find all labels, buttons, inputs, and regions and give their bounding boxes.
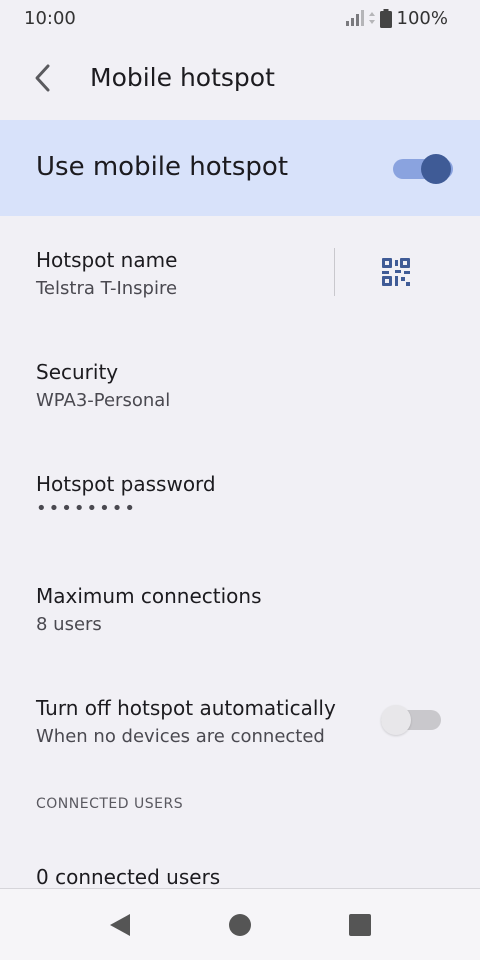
recents-square-icon (349, 914, 371, 936)
status-icons: 100% (345, 7, 448, 29)
turn-off-automatically-row[interactable]: Turn off hotspot automatically When no d… (0, 696, 480, 756)
maximum-connections-row[interactable]: Maximum connections 8 users (0, 584, 480, 644)
hotspot-password-row[interactable]: Hotspot password •••••••• (0, 472, 480, 532)
switch-thumb (421, 154, 451, 184)
data-arrows-icon (368, 12, 375, 24)
signal-icon (345, 10, 364, 26)
back-triangle-icon (110, 914, 130, 936)
battery-percent: 100% (396, 7, 448, 29)
security-summary: WPA3-Personal (36, 390, 171, 411)
toolbar: Mobile hotspot (0, 38, 480, 120)
hotspot-password-masked: •••••••• (36, 498, 137, 519)
security-title: Security (36, 360, 119, 384)
status-time: 10:00 (24, 8, 76, 29)
qr-code-icon (382, 258, 410, 286)
back-button[interactable] (22, 58, 62, 98)
navigation-bar (0, 888, 480, 960)
security-row[interactable]: Security WPA3-Personal (0, 360, 480, 420)
battery-icon (379, 8, 392, 28)
connected-users-header: CONNECTED USERS (36, 796, 184, 812)
turn-off-automatically-switch[interactable] (381, 702, 441, 736)
hotspot-name-title: Hotspot name (36, 248, 178, 272)
connected-users-count: 0 connected users (36, 865, 221, 889)
nav-back-button[interactable] (100, 909, 140, 941)
hotspot-name-row[interactable]: Hotspot name Telstra T-Inspire (0, 248, 330, 308)
hotspot-name-summary: Telstra T-Inspire (36, 278, 178, 299)
maximum-connections-summary: 8 users (36, 614, 102, 635)
use-mobile-hotspot-row[interactable]: Use mobile hotspot (0, 120, 480, 216)
status-bar: 10:00 100% (0, 0, 480, 38)
connected-users-row: 0 connected users (0, 865, 480, 889)
nav-recents-button[interactable] (340, 909, 380, 941)
turn-off-automatically-title: Turn off hotspot automatically (36, 696, 336, 720)
use-mobile-hotspot-label: Use mobile hotspot (36, 152, 289, 182)
nav-home-button[interactable] (220, 909, 260, 941)
switch-thumb (381, 705, 411, 735)
vertical-divider (334, 248, 335, 296)
back-arrow-icon (35, 64, 50, 92)
qr-code-button[interactable] (376, 252, 416, 292)
home-circle-icon (229, 914, 251, 936)
page-title: Mobile hotspot (90, 63, 275, 92)
maximum-connections-title: Maximum connections (36, 584, 262, 608)
hotspot-password-title: Hotspot password (36, 472, 216, 496)
turn-off-automatically-summary: When no devices are connected (36, 726, 325, 747)
use-mobile-hotspot-switch[interactable] (393, 151, 453, 185)
